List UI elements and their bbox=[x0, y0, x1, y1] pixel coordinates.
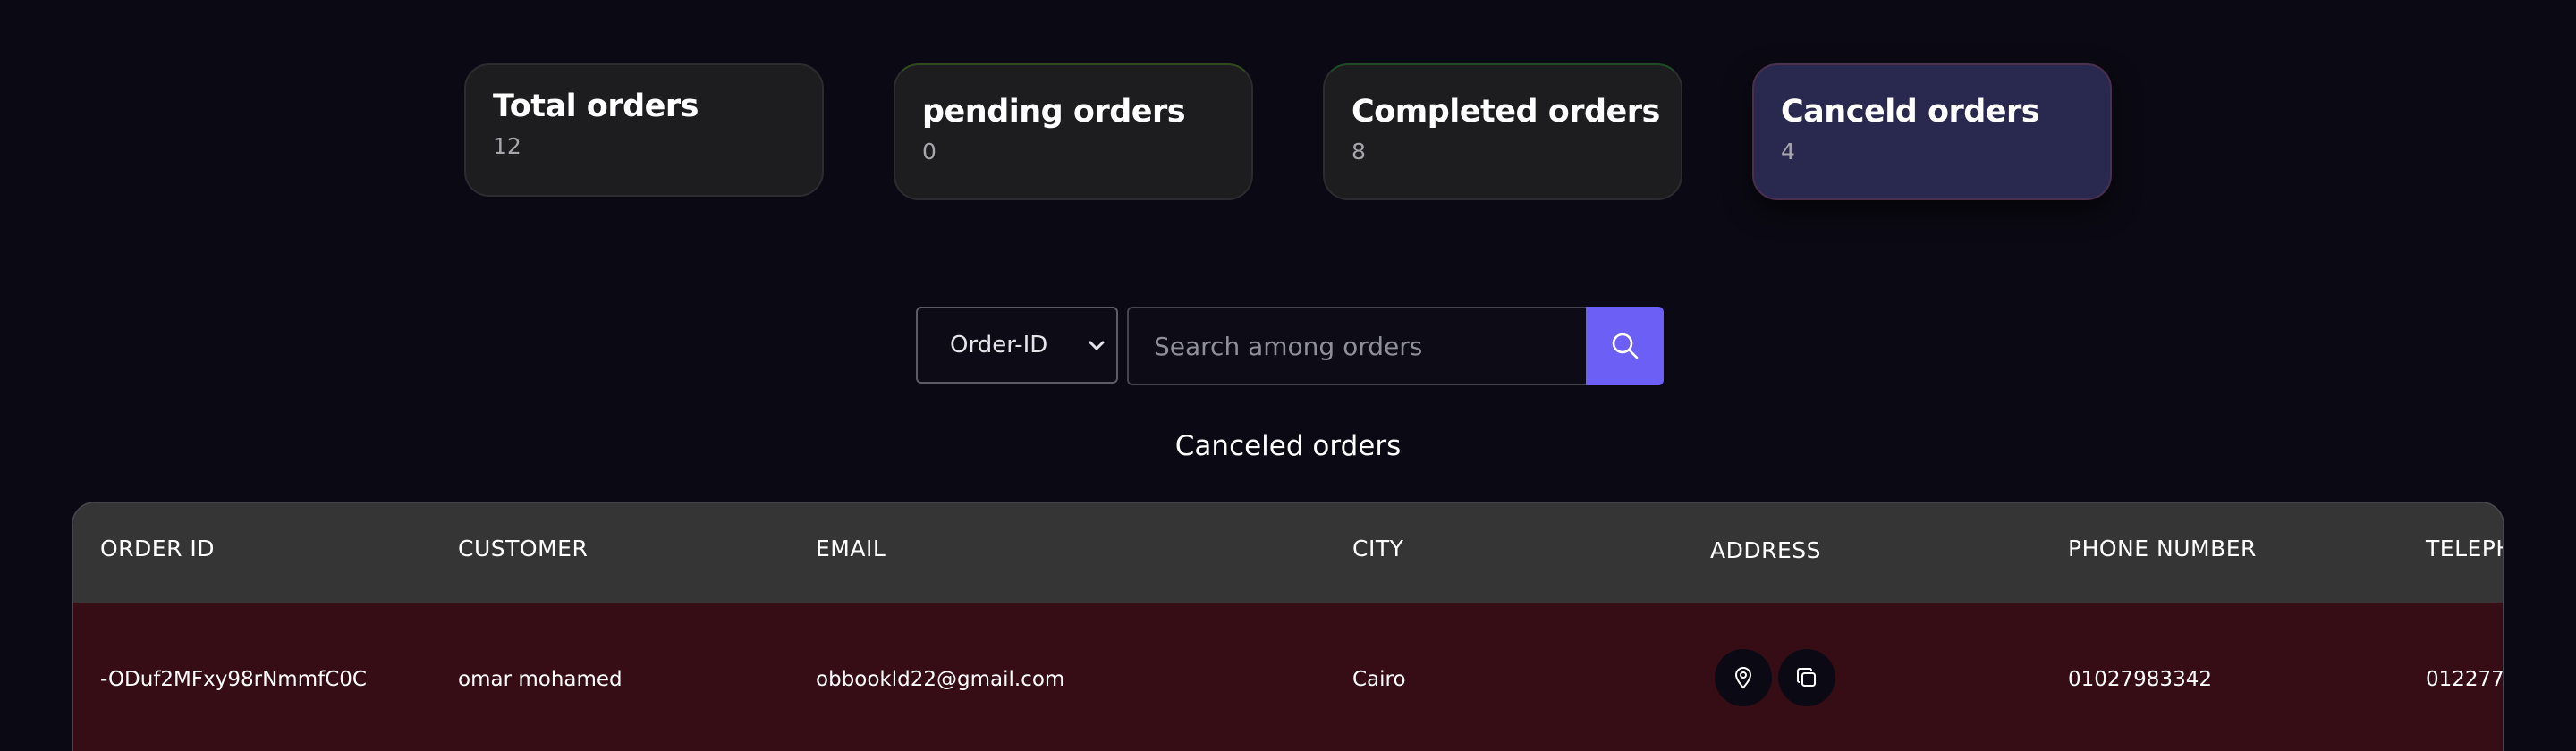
card-count: 12 bbox=[493, 133, 521, 159]
map-pin-icon bbox=[1734, 667, 1752, 689]
col-header-customer[interactable]: CUSTOMER bbox=[458, 536, 588, 561]
orders-table: ORDER ID CUSTOMER EMAIL CITY ADDRESS PHO… bbox=[72, 502, 2504, 751]
filter-selected-value: Order-ID bbox=[950, 332, 1048, 359]
search-button[interactable] bbox=[1586, 307, 1664, 385]
copy-address-button[interactable] bbox=[1778, 649, 1835, 706]
completed-orders-card[interactable]: Completed orders 8 bbox=[1323, 63, 1682, 200]
table-header: ORDER ID CUSTOMER EMAIL CITY ADDRESS PHO… bbox=[73, 503, 2503, 603]
view-location-button[interactable] bbox=[1715, 649, 1772, 706]
col-header-order-id[interactable]: ORDER ID bbox=[100, 536, 215, 561]
card-title: Canceld orders bbox=[1781, 94, 2040, 130]
search-placeholder: Search among orders bbox=[1154, 331, 1423, 361]
pending-orders-card[interactable]: pending orders 0 bbox=[894, 63, 1253, 200]
section-title: Canceled orders bbox=[1174, 430, 1402, 462]
cell-city: Cairo bbox=[1352, 668, 1406, 691]
orders-page: Total orders 12 pending orders 0 Complet… bbox=[0, 0, 2576, 751]
chevron-down-icon bbox=[1089, 341, 1105, 350]
search-icon bbox=[1612, 333, 1638, 359]
search-input[interactable]: Search among orders bbox=[1127, 307, 1589, 385]
total-orders-card[interactable]: Total orders 12 bbox=[464, 63, 824, 197]
canceled-orders-card[interactable]: Canceld orders 4 bbox=[1752, 63, 2112, 200]
table-row[interactable]: -ODuf2MFxy98rNmmfC0C omar mohamed obbook… bbox=[73, 603, 2503, 751]
col-header-address[interactable]: ADDRESS bbox=[1710, 537, 1821, 563]
cell-telephone: 0122779 bbox=[2426, 668, 2504, 691]
cell-order-id: -ODuf2MFxy98rNmmfC0C bbox=[100, 668, 367, 691]
cell-customer: omar mohamed bbox=[458, 668, 623, 691]
card-count: 0 bbox=[922, 139, 936, 165]
copy-icon bbox=[1797, 668, 1816, 687]
col-header-email[interactable]: EMAIL bbox=[816, 536, 886, 561]
search-filter-select[interactable]: Order-ID bbox=[916, 307, 1118, 384]
card-title: Completed orders bbox=[1352, 94, 1660, 130]
card-title: pending orders bbox=[922, 94, 1186, 130]
card-count: 4 bbox=[1781, 139, 1795, 165]
cell-phone-number: 01027983342 bbox=[2068, 668, 2212, 691]
col-header-city[interactable]: CITY bbox=[1352, 536, 1403, 561]
col-header-phone-number[interactable]: PHONE NUMBER bbox=[2068, 536, 2257, 561]
card-count: 8 bbox=[1352, 139, 1366, 165]
card-title: Total orders bbox=[493, 89, 699, 124]
col-header-telephone[interactable]: TELEPH bbox=[2426, 536, 2503, 561]
cell-email: obbookld22@gmail.com bbox=[816, 668, 1065, 691]
